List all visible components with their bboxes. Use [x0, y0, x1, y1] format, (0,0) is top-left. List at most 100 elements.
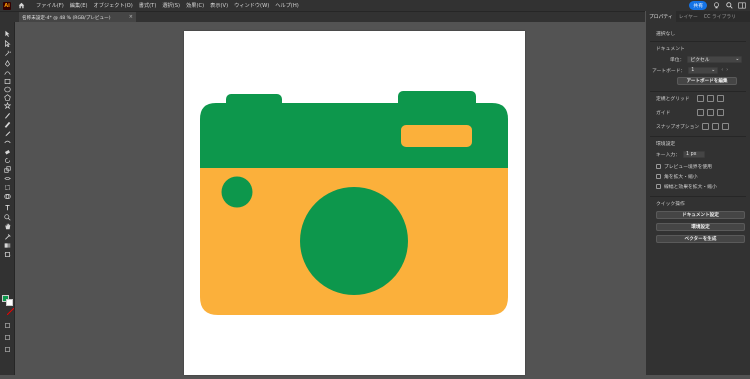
edit-artboard-button[interactable]: アートボードを編集: [677, 77, 737, 85]
divider: [650, 136, 746, 137]
menu-object[interactable]: オブジェクト(O): [94, 2, 133, 9]
smart-guides-icon[interactable]: [717, 109, 724, 116]
free-transform-icon[interactable]: [3, 184, 12, 191]
document-tab-bar: 名称未設定-4* @ 48 % (RGB/プレビュー) ×: [0, 11, 645, 23]
edit-toolbar-icon[interactable]: [3, 346, 12, 353]
workspace-switcher-icon[interactable]: [738, 2, 746, 10]
close-tab-icon[interactable]: ×: [129, 14, 133, 20]
chevron-down-icon: ⌄: [711, 68, 716, 73]
checkbox[interactable]: [656, 184, 661, 189]
pixel-grid-icon[interactable]: [716, 95, 724, 102]
properties-panel: プロパティ レイヤー CC ライブラリ 選択なし ドキュメント 単位： ピクセル…: [646, 11, 750, 375]
hand-tool-icon[interactable]: [3, 223, 12, 230]
artboard-tool-icon[interactable]: [3, 251, 12, 258]
curvature-tool-icon[interactable]: [3, 69, 12, 76]
screen-mode-icon[interactable]: [3, 334, 12, 341]
tools-panel: [0, 22, 15, 375]
ellipse-tool-icon[interactable]: [3, 86, 12, 93]
width-tool-icon[interactable]: [3, 175, 12, 182]
menu-list: ファイル(F) 編集(E) オブジェクト(O) 書式(T) 選択(S) 効果(C…: [36, 2, 299, 9]
zoom-tool-icon[interactable]: [3, 214, 12, 221]
draw-mode-icon[interactable]: [3, 322, 12, 329]
rectangle-tool-icon[interactable]: [3, 78, 12, 85]
scale-corners-label: 角を拡大・縮小: [664, 175, 698, 180]
artboard[interactable]: [184, 31, 525, 375]
menu-help[interactable]: ヘルプ(H): [275, 2, 299, 9]
camera-viewfinder[interactable]: [401, 125, 472, 147]
menu-edit[interactable]: 編集(E): [70, 2, 88, 9]
guides-label: ガイド: [656, 111, 671, 116]
unit-value: ピクセル: [690, 58, 710, 63]
snap-to-glyph-icon[interactable]: [722, 123, 730, 130]
divider: [650, 91, 746, 92]
menu-effect[interactable]: 効果(C): [186, 2, 204, 9]
selection-status-text: 選択なし: [656, 32, 676, 37]
prev-artboard-icon[interactable]: ‹: [721, 68, 723, 73]
grid-icon[interactable]: [706, 95, 714, 102]
search-icon[interactable]: [725, 2, 733, 10]
tab-cc-libraries[interactable]: CC ライブラリ: [701, 11, 739, 22]
shape-builder-icon[interactable]: [3, 193, 12, 200]
generate-vectors-button[interactable]: ベクターを生成: [656, 235, 745, 243]
magic-wand-icon[interactable]: [3, 50, 12, 57]
camera-illustration[interactable]: [184, 31, 525, 375]
unit-select[interactable]: ピクセル ⌄: [687, 56, 743, 63]
eraser-icon[interactable]: [3, 148, 12, 155]
snap-to-pixel-icon[interactable]: [712, 123, 720, 130]
divider: [650, 196, 746, 197]
key-increment-field[interactable]: 1 px: [683, 151, 705, 158]
checkbox[interactable]: [656, 174, 661, 179]
ruler-icon[interactable]: [696, 95, 704, 102]
menu-select[interactable]: 選択(S): [162, 2, 180, 9]
menu-type[interactable]: 書式(T): [139, 2, 157, 9]
artboard-label: アートボード：: [652, 69, 686, 74]
unit-label: 単位：: [670, 58, 685, 63]
direct-selection-tool-icon[interactable]: [3, 40, 12, 47]
camera-lens[interactable]: [300, 187, 408, 295]
menu-bar: Ai ファイル(F) 編集(E) オブジェクト(O) 書式(T) 選択(S) 効…: [0, 0, 750, 11]
lightbulb-icon[interactable]: [712, 2, 720, 10]
preferences-button[interactable]: 環境設定: [656, 223, 745, 231]
paintbrush-icon[interactable]: [3, 112, 12, 119]
gradient-tool-icon[interactable]: [3, 242, 12, 249]
blob-brush-icon[interactable]: [3, 121, 12, 128]
artboard-value: 1: [691, 68, 695, 73]
chevron-down-icon: ⌄: [735, 57, 740, 62]
key-increment-value: 1 px: [686, 152, 697, 157]
illustrator-logo: Ai: [3, 1, 11, 10]
eyedropper-icon[interactable]: [3, 233, 12, 240]
polygon-tool-icon[interactable]: [3, 94, 12, 101]
pen-tool-icon[interactable]: [3, 60, 12, 67]
lock-guides-icon[interactable]: [707, 109, 714, 116]
use-preview-bounds-label: プレビュー境界を使用: [664, 165, 712, 170]
document-heading: ドキュメント: [656, 45, 685, 52]
artboard-select[interactable]: 1 ⌄: [688, 67, 719, 74]
tab-layers[interactable]: レイヤー: [676, 11, 701, 22]
share-button[interactable]: 共有: [689, 1, 707, 10]
show-guides-icon[interactable]: [697, 109, 704, 116]
document-tab-title: 名称未設定-4* @ 48 % (RGB/プレビュー): [22, 15, 111, 21]
selection-tool-icon[interactable]: [3, 30, 12, 37]
tab-properties[interactable]: プロパティ: [646, 11, 676, 22]
menu-file[interactable]: ファイル(F): [36, 2, 64, 9]
selection-status: 選択なし: [656, 30, 675, 37]
home-icon[interactable]: [17, 2, 25, 10]
type-tool-icon[interactable]: [3, 204, 12, 211]
star-tool-icon[interactable]: [3, 102, 12, 109]
stroke-color-swatch[interactable]: [6, 299, 15, 316]
snap-options-label: スナップオプション: [656, 125, 700, 130]
menu-window[interactable]: ウィンドウ(W): [234, 2, 269, 9]
scale-tool-icon[interactable]: [3, 166, 12, 173]
checkbox[interactable]: [656, 164, 661, 169]
document-setup-button[interactable]: ドキュメント設定: [656, 211, 745, 219]
key-increment-label: キー入力：: [656, 153, 680, 158]
rulers-grids-label: 定規とグリッド: [656, 97, 690, 102]
shaper-icon[interactable]: [3, 138, 12, 145]
snap-to-point-icon[interactable]: [702, 123, 710, 130]
pencil-icon[interactable]: [3, 130, 12, 137]
camera-flash[interactable]: [221, 176, 253, 208]
divider: [650, 41, 746, 42]
rotate-tool-icon[interactable]: [3, 157, 12, 164]
next-artboard-icon[interactable]: ›: [726, 68, 728, 73]
menu-view[interactable]: 表示(V): [210, 2, 228, 9]
